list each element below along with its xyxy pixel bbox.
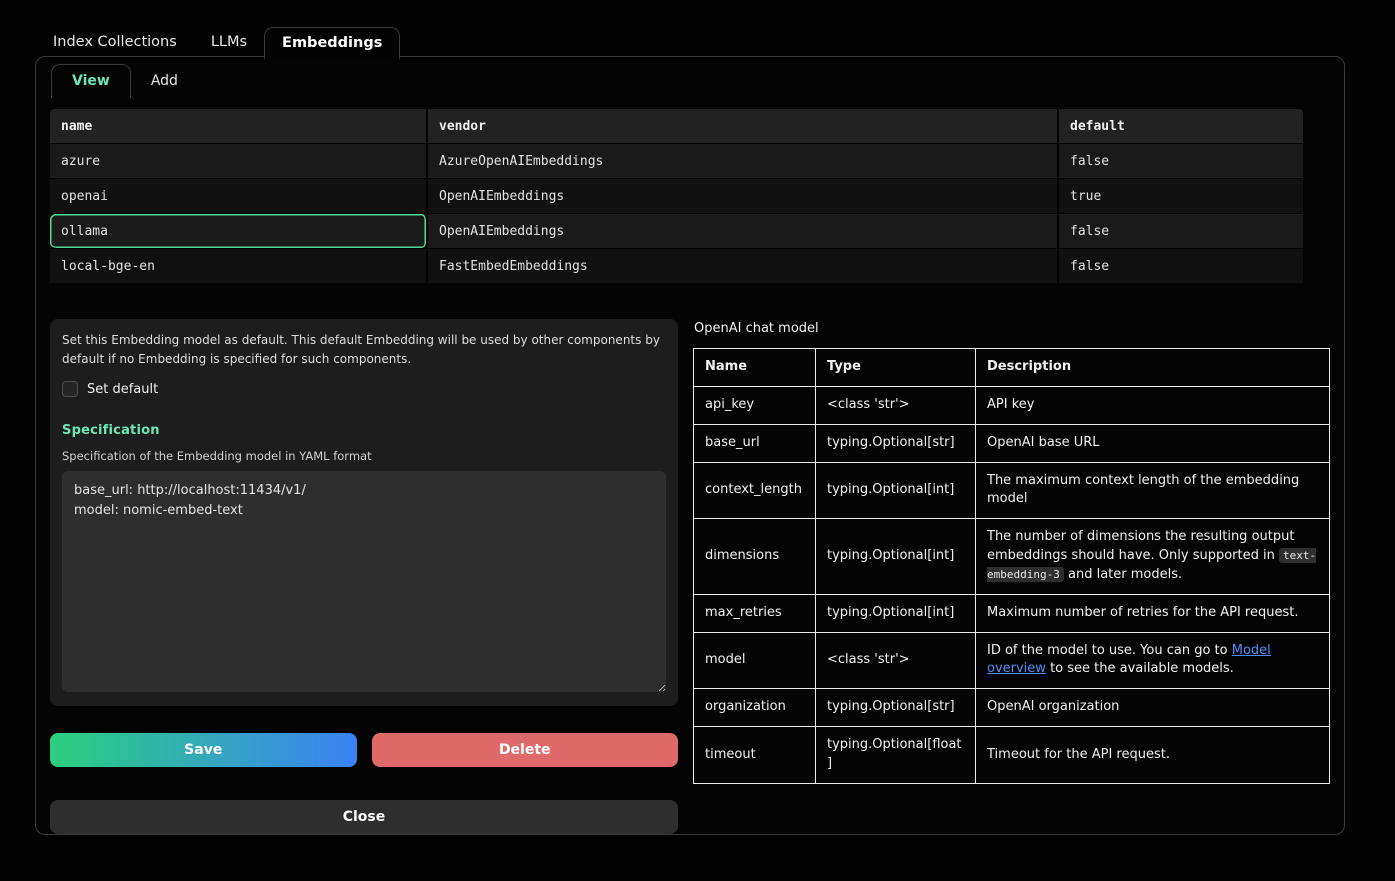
param-type: typing.Optional[str]: [816, 424, 976, 462]
cell-name[interactable]: ollama: [50, 214, 428, 249]
param-type: typing.Optional[str]: [816, 689, 976, 727]
schema-column-description: Description: [976, 349, 1330, 387]
param-name: timeout: [694, 727, 816, 784]
tab-index-collections[interactable]: Index Collections: [36, 27, 194, 58]
param-type: typing.Optional[int]: [816, 594, 976, 632]
close-button[interactable]: Close: [50, 800, 678, 834]
param-name: base_url: [694, 424, 816, 462]
embeddings-table-header: name vendor default: [50, 109, 1330, 144]
description-text: ID of the model to use. You can go to: [987, 643, 1232, 658]
cell-vendor[interactable]: FastEmbedEmbeddings: [428, 249, 1059, 284]
param-name: api_key: [694, 386, 816, 424]
save-button[interactable]: Save: [50, 733, 357, 767]
column-header-default: default: [1059, 109, 1303, 144]
schema-column-name: Name: [694, 349, 816, 387]
param-type: typing.Optional[int]: [816, 462, 976, 519]
embeddings-table-row[interactable]: local-bge-enFastEmbedEmbeddingsfalse: [50, 249, 1330, 284]
schema-table-header: Name Type Description: [694, 349, 1330, 387]
specification-heading: Specification: [62, 423, 666, 438]
param-description: OpenAI organization: [976, 689, 1330, 727]
embeddings-table: name vendor default azureAzureOpenAIEmbe…: [50, 109, 1330, 284]
param-type: <class 'str'>: [816, 386, 976, 424]
param-name: max_retries: [694, 594, 816, 632]
cell-default[interactable]: false: [1059, 144, 1303, 179]
tab-llms[interactable]: LLMs: [194, 27, 264, 58]
param-type: <class 'str'>: [816, 632, 976, 689]
param-type: typing.Optional[int]: [816, 519, 976, 595]
column-header-vendor: vendor: [428, 109, 1059, 144]
param-description: Maximum number of retries for the API re…: [976, 594, 1330, 632]
param-description: Timeout for the API request.: [976, 727, 1330, 784]
schema-table-row: timeouttyping.Optional[float]Timeout for…: [694, 727, 1330, 784]
set-default-label: Set default: [87, 382, 158, 397]
description-text: The number of dimensions the resulting o…: [987, 529, 1294, 563]
detail-section: Set this Embedding model as default. Thi…: [50, 319, 1330, 834]
param-description: The number of dimensions the resulting o…: [976, 519, 1330, 595]
param-description: OpenAI base URL: [976, 424, 1330, 462]
param-name: organization: [694, 689, 816, 727]
schema-table-row: model<class 'str'>ID of the model to use…: [694, 632, 1330, 689]
set-default-checkbox[interactable]: [62, 381, 78, 397]
edit-column: Set this Embedding model as default. Thi…: [50, 319, 678, 834]
param-name: context_length: [694, 462, 816, 519]
param-name: model: [694, 632, 816, 689]
description-text: to see the available models.: [1046, 661, 1234, 676]
specification-caption: Specification of the Embedding model in …: [62, 449, 666, 463]
cell-vendor[interactable]: OpenAIEmbeddings: [428, 214, 1059, 249]
schema-table-row: base_urltyping.Optional[str]OpenAI base …: [694, 424, 1330, 462]
embeddings-table-row[interactable]: openaiOpenAIEmbeddingstrue: [50, 179, 1330, 214]
embeddings-table-row[interactable]: azureAzureOpenAIEmbeddingsfalse: [50, 144, 1330, 179]
cell-default[interactable]: true: [1059, 179, 1303, 214]
embeddings-panel: View Add name vendor default azureAzureO…: [35, 56, 1345, 835]
schema-table-row: context_lengthtyping.Optional[int]The ma…: [694, 462, 1330, 519]
schema-column-type: Type: [816, 349, 976, 387]
param-description: ID of the model to use. You can go to Mo…: [976, 632, 1330, 689]
embeddings-table-row[interactable]: ollamaOpenAIEmbeddingsfalse: [50, 214, 1330, 249]
column-header-name: name: [50, 109, 428, 144]
cell-default[interactable]: false: [1059, 214, 1303, 249]
schema-table-row: api_key<class 'str'>API key: [694, 386, 1330, 424]
param-description: The maximum context length of the embedd…: [976, 462, 1330, 519]
cell-vendor[interactable]: OpenAIEmbeddings: [428, 179, 1059, 214]
cell-name[interactable]: openai: [50, 179, 428, 214]
set-default-description: Set this Embedding model as default. Thi…: [62, 331, 662, 368]
cell-vendor[interactable]: AzureOpenAIEmbeddings: [428, 144, 1059, 179]
param-type: typing.Optional[float]: [816, 727, 976, 784]
sub-tab-bar: View Add: [51, 64, 1330, 98]
schema-table-row: organizationtyping.Optional[str]OpenAI o…: [694, 689, 1330, 727]
cell-name[interactable]: local-bge-en: [50, 249, 428, 284]
schema-table-row: dimensionstyping.Optional[int] The number…: [694, 519, 1330, 595]
subtab-add[interactable]: Add: [131, 65, 198, 98]
description-text: and later models.: [1064, 567, 1182, 582]
top-tab-bar: Index Collections LLMs Embeddings: [36, 27, 400, 58]
schema-column: OpenAI chat model Name Type Description …: [693, 319, 1330, 834]
schema-title: OpenAI chat model: [694, 321, 1330, 336]
embeddings-table-body: azureAzureOpenAIEmbeddingsfalseopenaiOpe…: [50, 144, 1330, 284]
subtab-view[interactable]: View: [51, 64, 131, 98]
tab-embeddings[interactable]: Embeddings: [264, 27, 400, 59]
schema-table-row: max_retriestyping.Optional[int]Maximum n…: [694, 594, 1330, 632]
edit-card: Set this Embedding model as default. Thi…: [50, 319, 678, 706]
param-name: dimensions: [694, 519, 816, 595]
set-default-row: Set default: [62, 381, 666, 397]
app-root: Index Collections LLMs Embeddings View A…: [0, 0, 1395, 881]
action-button-row: Save Delete: [50, 733, 678, 767]
schema-table: Name Type Description api_key<class 'str…: [693, 348, 1330, 784]
cell-name[interactable]: azure: [50, 144, 428, 179]
delete-button[interactable]: Delete: [372, 733, 679, 767]
yaml-spec-textarea[interactable]: base_url: http://localhost:11434/v1/ mod…: [62, 471, 666, 692]
param-description: API key: [976, 386, 1330, 424]
cell-default[interactable]: false: [1059, 249, 1303, 284]
schema-table-body: api_key<class 'str'>API keybase_urltypin…: [694, 386, 1330, 783]
